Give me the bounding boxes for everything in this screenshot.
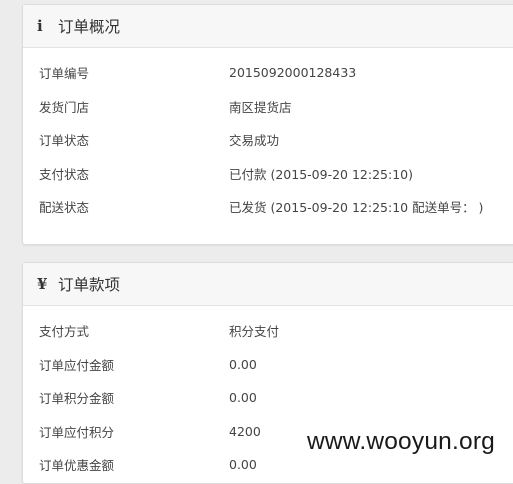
order-number-row: 订单编号 2015092000128433 [23, 56, 513, 90]
payment-status-label: 支付状态 [39, 166, 90, 182]
points-payable-label: 订单应付积分 [39, 424, 115, 440]
discount-amount-label: 订单优惠金额 [39, 458, 115, 474]
payment-status-row: 支付状态 已付款 (2015-09-20 12:25:10) [23, 157, 513, 191]
amount-payable-value: 0.00 [229, 356, 257, 372]
order-status-label: 订单状态 [39, 133, 90, 149]
points-amount-label: 订单积分金额 [39, 391, 115, 407]
order-status-row: 订单状态 交易成功 [23, 123, 513, 157]
order-payment-header: ¥ 订单款项 [23, 263, 513, 306]
shipping-store-row: 发货门店 南区提货店 [23, 90, 513, 124]
points-payable-value: 4200 [229, 423, 261, 439]
payment-method-row: 支付方式 积分支付 [23, 314, 513, 348]
watermark-text: www.wooyun.org [307, 428, 495, 456]
order-number-value: 2015092000128433 [229, 65, 357, 81]
order-status-value: 交易成功 [229, 133, 280, 149]
amount-payable-label: 订单应付金额 [39, 357, 115, 373]
order-overview-panel: i 订单概况 订单编号 2015092000128433 发货门店 南区提货店 … [22, 4, 513, 245]
discount-amount-value: 0.00 [229, 457, 257, 473]
order-overview-header: i 订单概况 [23, 5, 513, 48]
payment-method-value: 积分支付 [229, 324, 280, 340]
order-overview-title: 订单概况 [58, 18, 121, 36]
delivery-status-value: 已发货 (2015-09-20 12:25:10 配送单号： ) [229, 200, 484, 216]
payment-status-value: 已付款 (2015-09-20 12:25:10) [229, 166, 413, 182]
shipping-store-label: 发货门店 [39, 99, 90, 115]
payment-method-label: 支付方式 [39, 324, 90, 340]
points-amount-row: 订单积分金额 0.00 [23, 381, 513, 415]
info-icon: i [37, 17, 43, 35]
yen-icon: ¥ [37, 275, 48, 293]
delivery-status-label: 配送状态 [39, 200, 90, 216]
order-number-label: 订单编号 [39, 66, 90, 82]
shipping-store-value: 南区提货店 [229, 99, 292, 115]
amount-payable-row: 订单应付金额 0.00 [23, 348, 513, 382]
delivery-status-row: 配送状态 已发货 (2015-09-20 12:25:10 配送单号： ) [23, 190, 513, 224]
points-amount-value: 0.00 [229, 390, 257, 406]
order-payment-title: 订单款项 [58, 276, 121, 294]
